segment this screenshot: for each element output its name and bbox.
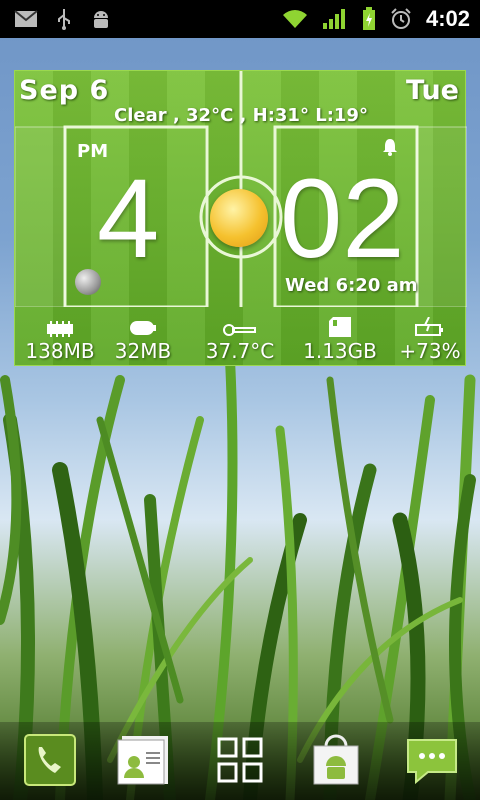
stat-battery-value: +73% [399, 339, 461, 363]
stat-storage: 32MB [98, 315, 188, 363]
sd-card-icon [295, 315, 385, 337]
alarm-bell-icon [380, 137, 400, 161]
phone-icon[interactable] [22, 732, 78, 788]
alarm-clock-icon [390, 8, 412, 30]
stat-temperature-value: 37.7°C [205, 339, 275, 363]
home-dock [0, 722, 480, 800]
battery-charging-icon [362, 7, 376, 31]
system-stats-row: 138MB 32MB 37.7°C 1.13GB +73% [15, 315, 467, 367]
contacts-icon[interactable] [116, 732, 172, 788]
stat-temperature: 37.7°C [195, 315, 285, 363]
status-time: 4:02 [425, 6, 470, 31]
moon-phase-icon [75, 269, 101, 295]
next-alarm: Wed 6:20 am [285, 275, 418, 296]
thermometer-icon [195, 315, 285, 337]
stat-ram: 138MB [15, 315, 105, 363]
sun-weather-icon [210, 189, 268, 247]
widget-date: Sep 6 [19, 75, 110, 106]
clock-minute: 02 [280, 156, 405, 281]
clock-weather-widget[interactable]: Sep 6 Tue Clear , 32°C , H:31° L:19° PM … [14, 70, 467, 367]
messaging-icon[interactable] [404, 732, 460, 788]
wifi-icon [282, 9, 308, 29]
weather-summary[interactable]: Clear , 32°C , H:31° L:19° [15, 105, 467, 126]
signal-icon [322, 8, 348, 30]
usb-icon [56, 8, 72, 30]
clock-hour: 4 [97, 156, 160, 281]
widget-weekday: Tue [406, 75, 459, 106]
stat-battery: +73% [385, 315, 475, 363]
stat-sdcard-value: 1.13GB [303, 339, 377, 363]
android-debug-icon [90, 8, 112, 30]
stat-ram-value: 138MB [25, 339, 95, 363]
battery-icon [385, 315, 475, 337]
stat-sdcard: 1.13GB [295, 315, 385, 363]
app-drawer-icon[interactable] [212, 732, 268, 788]
stat-storage-value: 32MB [114, 339, 172, 363]
gmail-icon [14, 10, 38, 28]
status-bar: 4:02 [0, 0, 480, 38]
market-icon[interactable] [308, 732, 364, 788]
ram-chip-icon [15, 315, 105, 337]
storage-icon [98, 315, 188, 337]
